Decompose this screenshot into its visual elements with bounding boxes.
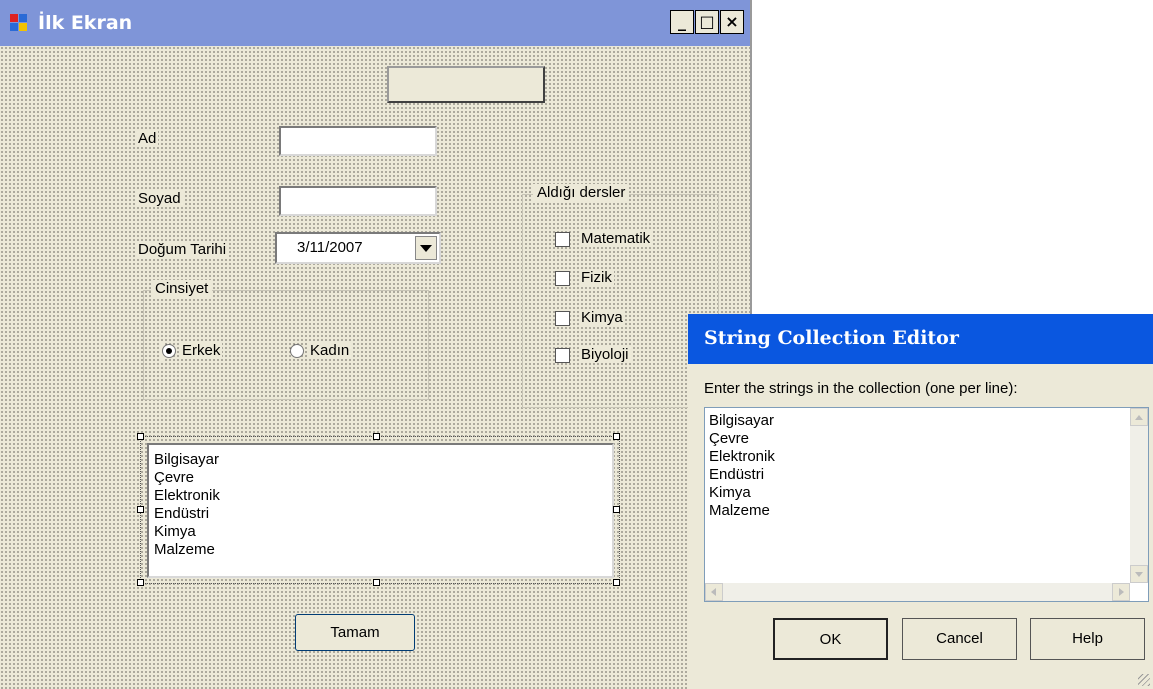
strings-textarea[interactable]: Bilgisayar Çevre Elektronik Endüstri Kim… <box>704 407 1149 602</box>
biyoloji-checkbox-box <box>555 348 570 363</box>
cancel-button[interactable]: Cancel <box>902 618 1017 660</box>
string-line: Elektronik <box>709 448 775 465</box>
arrow-down-icon <box>1135 572 1143 577</box>
tamam-button[interactable]: Tamam <box>295 614 415 651</box>
list-item[interactable]: Çevre <box>154 469 220 487</box>
kadin-radio-indicator <box>290 344 304 358</box>
resize-handle-left[interactable] <box>137 506 144 513</box>
scroll-left-button[interactable] <box>705 583 723 601</box>
list-item[interactable]: Malzeme <box>154 541 220 559</box>
dialog-title: String Collection Editor <box>704 327 959 349</box>
kimya-label: Kimya <box>579 309 625 326</box>
fizik-label: Fizik <box>579 269 614 286</box>
soyad-label: Soyad <box>136 190 183 207</box>
fizik-checkbox-box <box>555 271 570 286</box>
string-line: Endüstri <box>709 466 765 483</box>
dersler-group-title: Aldığı dersler <box>533 184 630 201</box>
listbox[interactable]: Bilgisayar Çevre Elektronik Endüstri Kim… <box>147 443 614 578</box>
form-window: İlk Ekran _ □ × Ad Soyad Doğum Tarihi 3/… <box>0 0 752 689</box>
chevron-down-icon <box>420 245 432 252</box>
ad-label: Ad <box>136 130 159 147</box>
scroll-up-button[interactable] <box>1130 408 1148 426</box>
dogum-tarihi-label: Doğum Tarihi <box>136 241 229 258</box>
cinsiyet-group-title: Cinsiyet <box>151 280 213 297</box>
list-item[interactable]: Bilgisayar <box>154 451 220 469</box>
string-line: Çevre <box>709 430 750 447</box>
string-collection-editor-dialog: String Collection Editor Enter the strin… <box>688 314 1153 689</box>
string-line: Bilgisayar <box>709 412 775 429</box>
erkek-radio-indicator <box>162 344 176 358</box>
resize-handle-top[interactable] <box>373 433 380 440</box>
resize-handle-right[interactable] <box>613 506 620 513</box>
kimya-checkbox-box <box>555 311 570 326</box>
arrow-right-icon <box>1119 588 1124 596</box>
matematik-checkbox-box <box>555 232 570 247</box>
list-item[interactable]: Kimya <box>154 523 220 541</box>
close-button[interactable]: × <box>720 10 744 34</box>
soyad-input[interactable] <box>279 186 437 216</box>
resize-handle-top-right[interactable] <box>613 433 620 440</box>
scroll-down-button[interactable] <box>1130 565 1148 583</box>
date-dropdown-button[interactable] <box>415 236 437 260</box>
string-line: Kimya <box>709 484 751 501</box>
horizontal-scrollbar[interactable] <box>705 583 1130 601</box>
string-line: Malzeme <box>709 502 770 519</box>
matematik-label: Matematik <box>579 230 653 247</box>
minimize-button[interactable]: _ <box>670 10 694 34</box>
list-item[interactable]: Elektronik <box>154 487 220 505</box>
empty-textbox[interactable] <box>387 66 545 103</box>
ad-input[interactable] <box>279 126 437 156</box>
date-picker[interactable]: 3/11/2007 <box>275 232 441 264</box>
form-title: İlk Ekran <box>38 12 133 34</box>
app-icon <box>10 14 28 32</box>
resize-handle-bottom-left[interactable] <box>137 579 144 586</box>
ok-button[interactable]: OK <box>773 618 888 660</box>
resize-grip-icon[interactable] <box>1138 674 1150 686</box>
arrow-up-icon <box>1135 415 1143 420</box>
resize-handle-bottom-right[interactable] <box>613 579 620 586</box>
dialog-instruction: Enter the strings in the collection (one… <box>704 380 1018 397</box>
erkek-radio[interactable]: Erkek <box>160 342 223 362</box>
erkek-label: Erkek <box>180 342 223 359</box>
dialog-title-bar[interactable]: String Collection Editor <box>688 314 1153 364</box>
resize-handle-bottom[interactable] <box>373 579 380 586</box>
date-value: 3/11/2007 <box>295 239 365 256</box>
resize-handle-top-left[interactable] <box>137 433 144 440</box>
vertical-scrollbar[interactable] <box>1130 408 1148 583</box>
list-item[interactable]: Endüstri <box>154 505 220 523</box>
form-title-bar[interactable]: İlk Ekran _ □ × <box>0 0 750 46</box>
help-button[interactable]: Help <box>1030 618 1145 660</box>
arrow-left-icon <box>711 588 716 596</box>
scroll-right-button[interactable] <box>1112 583 1130 601</box>
maximize-button[interactable]: □ <box>695 10 719 34</box>
biyoloji-label: Biyoloji <box>579 346 631 363</box>
kadin-label: Kadın <box>308 342 352 359</box>
